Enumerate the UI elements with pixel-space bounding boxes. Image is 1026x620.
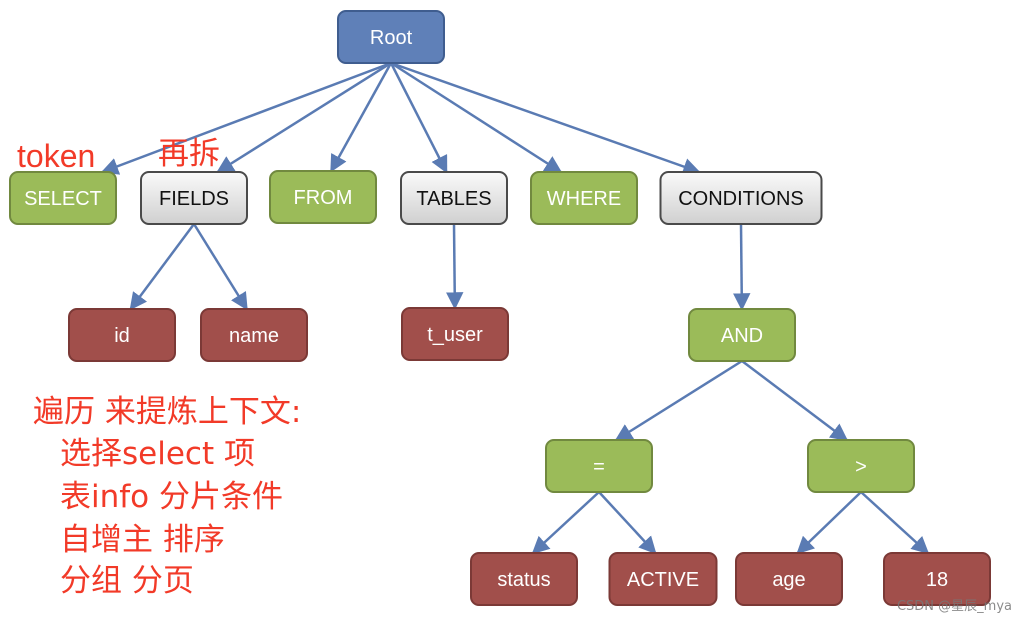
node-id: id <box>68 308 176 362</box>
node-label: AND <box>721 325 763 347</box>
edge-gt-age <box>796 491 862 555</box>
node-active: ACTIVE <box>608 552 718 606</box>
node-label: FROM <box>294 187 353 209</box>
node-label: age <box>772 569 805 591</box>
edge-conditions-and <box>732 223 751 311</box>
node-name: name <box>200 308 308 362</box>
edge-eq-status <box>531 491 600 555</box>
node-label: FIELDS <box>159 188 229 210</box>
node-root: Root <box>337 10 445 64</box>
note-line-3: 表info 分片条件 <box>60 479 283 515</box>
edge-tables-t_user <box>445 223 464 310</box>
node-label: Root <box>370 27 413 49</box>
node-label: 18 <box>926 569 948 591</box>
node-label: CONDITIONS <box>678 188 804 210</box>
node-label: status <box>497 569 550 591</box>
note-line-5: 分组 分页 <box>60 563 194 599</box>
edge-fields-id <box>129 223 196 311</box>
node-where: WHERE <box>530 171 638 225</box>
node-label: name <box>229 325 279 347</box>
node-status: status <box>470 552 578 606</box>
node-from: FROM <box>269 170 377 224</box>
watermark: CSDN @星辰_mya <box>896 599 1012 614</box>
edge-root-where <box>390 61 563 174</box>
node-select: SELECT <box>9 171 117 225</box>
node-conditions: CONDITIONS <box>659 171 823 225</box>
node-label: id <box>114 325 130 347</box>
node-label: ACTIVE <box>627 569 699 591</box>
node-fields: FIELDS <box>140 171 248 225</box>
edge-eq-active <box>598 491 657 555</box>
node-label: t_user <box>427 324 483 346</box>
node-age: age <box>735 552 843 606</box>
edge-and-eq <box>614 359 743 442</box>
node-tables: TABLES <box>400 171 508 225</box>
node-eq: = <box>545 439 653 493</box>
edge-gt-n18 <box>860 491 930 555</box>
node-and: AND <box>688 308 796 362</box>
resplit-annotation: 再拆 <box>158 136 220 172</box>
note-line-1: 遍历 来提炼上下文: <box>33 394 302 430</box>
edge-root-from <box>330 62 393 173</box>
node-label: SELECT <box>24 188 102 210</box>
nodes: Root SELECT FIELDS FROM TABLES WHERE CONDITION… <box>9 10 991 606</box>
token-annotation: token <box>17 138 96 174</box>
edge-root-select <box>100 61 392 175</box>
edge-fields-name <box>192 223 248 311</box>
node-t_user: t_user <box>401 307 509 361</box>
node-label: > <box>855 456 867 478</box>
node-label: WHERE <box>547 188 621 210</box>
note-line-4: 自增主 排序 <box>60 522 225 558</box>
node-label: TABLES <box>416 188 491 210</box>
edge-and-gt <box>741 360 849 442</box>
node-gt: > <box>807 439 915 493</box>
node-label: = <box>593 456 605 478</box>
note-line-2: 选择select 项 <box>60 436 255 472</box>
